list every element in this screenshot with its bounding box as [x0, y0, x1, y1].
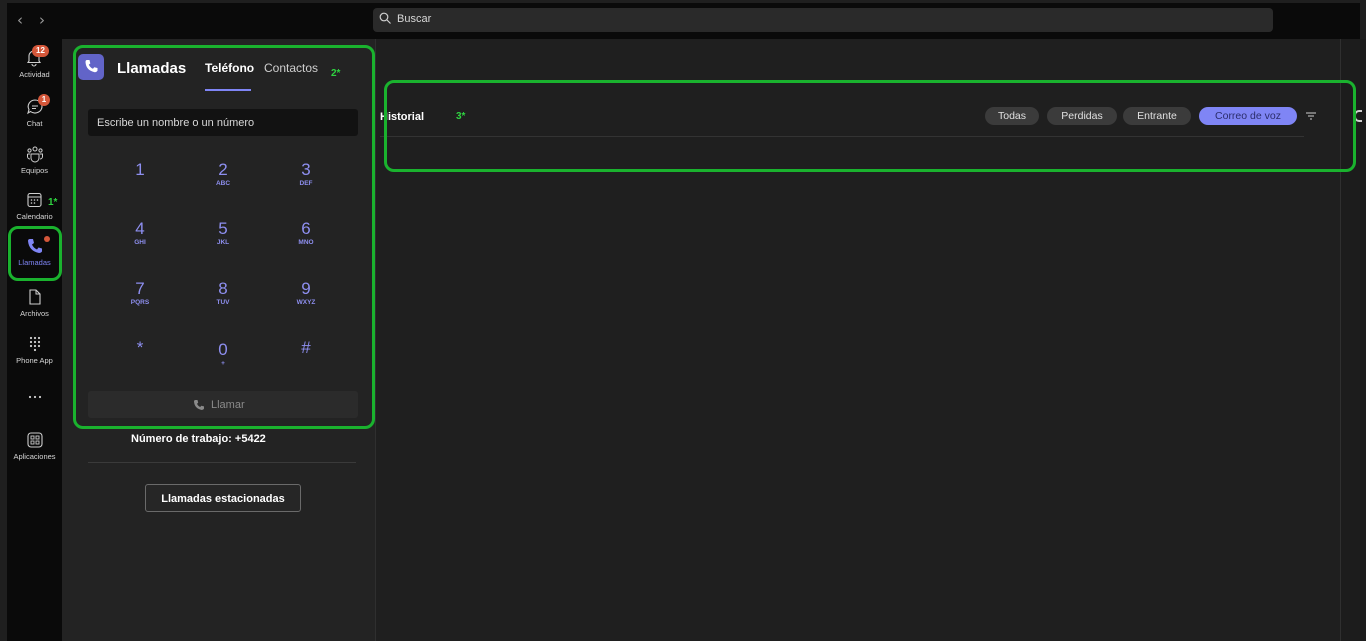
rail-label-apps: Aplicaciones — [13, 452, 56, 461]
rail-item-more[interactable] — [7, 384, 62, 414]
rail-item-calendar[interactable]: Calendario — [7, 185, 62, 231]
apps-icon — [27, 432, 43, 448]
chat-badge: 1 — [38, 94, 50, 106]
rail-item-chat[interactable]: 1 Chat — [7, 92, 62, 138]
rail-item-files[interactable]: Archivos — [7, 282, 62, 328]
rail-label-activity: Actividad — [19, 70, 50, 79]
rail-item-activity[interactable]: 12 Actividad — [7, 43, 62, 89]
more-icon — [28, 395, 42, 399]
rail-label-phone-app: Phone App — [16, 356, 53, 365]
rail-label-teams: Equipos — [20, 166, 49, 175]
chevron-right-icon[interactable]: › — [39, 11, 45, 29]
divider — [88, 462, 356, 463]
parked-calls-button[interactable]: Llamadas estacionadas — [145, 484, 301, 512]
highlight-history — [384, 80, 1356, 172]
rail-label-calendar: Calendario — [16, 212, 53, 221]
search-placeholder: Buscar — [397, 13, 432, 25]
highlight-calls-rail — [8, 226, 62, 281]
file-icon — [29, 289, 41, 305]
annotation-1: 1* — [48, 197, 58, 208]
dialpad-icon — [29, 336, 41, 352]
teams-icon — [27, 146, 43, 163]
highlight-dialer — [73, 45, 375, 429]
app-rail: 12 Actividad 1 Chat Equipos Calendario L… — [7, 39, 62, 641]
rail-label-chat: Chat — [26, 119, 43, 128]
rail-item-apps[interactable]: Aplicaciones — [7, 425, 62, 471]
work-number: Número de trabajo: +5422 — [131, 433, 266, 445]
chevron-left-icon[interactable]: ‹ — [17, 11, 23, 29]
annotation-3: 3* — [456, 111, 466, 122]
rail-item-teams[interactable]: Equipos — [7, 139, 62, 185]
annotation-2: 2* — [331, 68, 341, 79]
parked-calls-label: Llamadas estacionadas — [161, 493, 285, 505]
title-bar: ‹ › Buscar — [7, 3, 1360, 39]
search-icon — [379, 12, 391, 24]
activity-badge: 12 — [32, 45, 49, 57]
rail-label-files: Archivos — [20, 309, 49, 318]
teams-window: ‹ › Buscar 12 Actividad 1 Chat Equipos C… — [0, 0, 1366, 641]
search-input[interactable]: Buscar — [373, 8, 1273, 32]
rail-item-phone-app[interactable]: Phone App — [7, 329, 62, 375]
calendar-icon — [27, 192, 42, 208]
